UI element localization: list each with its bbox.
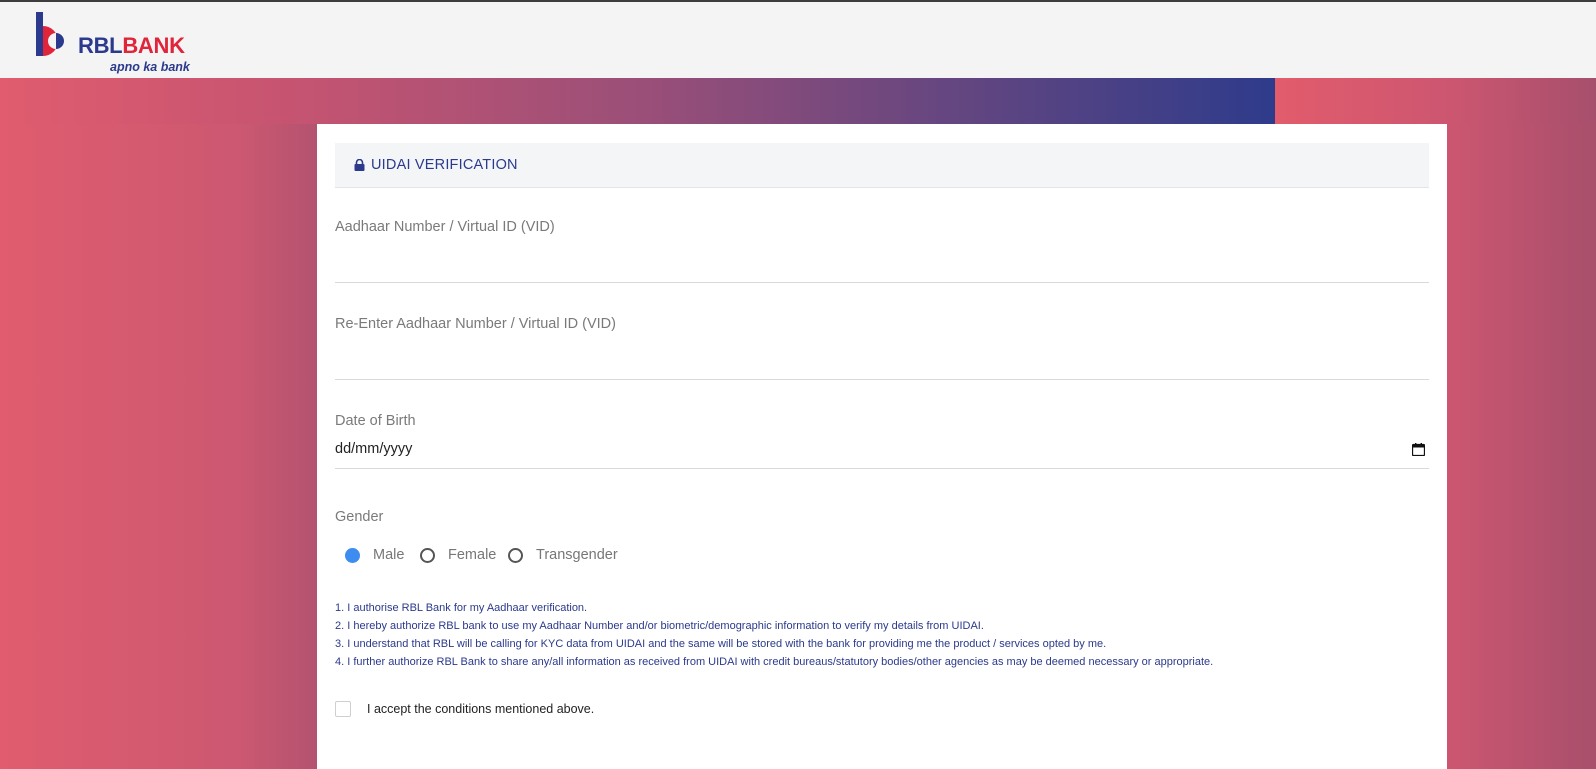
term-item: 4. I further authorize RBL Bank to share… xyxy=(335,656,1214,668)
term-item: 1. I authorise RBL Bank for my Aadhaar v… xyxy=(335,602,588,614)
reenter-aadhaar-field: Re-Enter Aadhaar Number / Virtual ID (VI… xyxy=(335,316,1429,380)
reenter-aadhaar-input[interactable] xyxy=(335,352,1429,380)
card-title: UIDAI VERIFICATION xyxy=(371,157,518,173)
rbl-logo-mark-icon xyxy=(36,12,64,56)
gender-option-label: Male xyxy=(373,547,405,563)
gender-option-label: Female xyxy=(448,547,497,563)
calendar-icon[interactable] xyxy=(1412,443,1425,456)
term-item: 3. I understand that RBL will be calling… xyxy=(335,638,1107,650)
lock-icon xyxy=(354,159,365,171)
card-header: UIDAI VERIFICATION xyxy=(335,143,1429,188)
gender-field: Gender xyxy=(335,509,1429,525)
wordmark-bank: BANK xyxy=(122,33,185,58)
dob-input[interactable]: dd/mm/yyyy xyxy=(335,441,412,457)
rbl-bank-logo[interactable]: RBLBANK apno ka bank xyxy=(36,12,196,76)
accept-checkbox[interactable] xyxy=(335,701,351,717)
bank-tagline: apno ka bank xyxy=(110,60,190,74)
gender-transgender-radio[interactable]: Transgender xyxy=(508,546,628,566)
gender-female-radio[interactable]: Female xyxy=(420,546,505,566)
radio-checked-icon[interactable] xyxy=(345,548,360,563)
bank-wordmark: RBLBANK xyxy=(78,33,185,59)
gender-male-radio[interactable]: Male xyxy=(345,546,415,566)
uidai-verification-card: UIDAI VERIFICATION Aadhaar Number / Virt… xyxy=(317,124,1447,769)
radio-unchecked-icon[interactable] xyxy=(508,548,523,563)
gender-option-label: Transgender xyxy=(536,547,618,563)
dob-label: Date of Birth xyxy=(335,413,416,429)
aadhaar-label: Aadhaar Number / Virtual ID (VID) xyxy=(335,219,555,235)
gender-label: Gender xyxy=(335,509,384,525)
aadhaar-field: Aadhaar Number / Virtual ID (VID) xyxy=(335,219,1429,283)
radio-unchecked-icon[interactable] xyxy=(420,548,435,563)
reenter-aadhaar-label: Re-Enter Aadhaar Number / Virtual ID (VI… xyxy=(335,316,616,332)
wordmark-rbl: RBL xyxy=(78,33,123,58)
accept-label: I accept the conditions mentioned above. xyxy=(367,702,595,716)
term-item: 2. I hereby authorize RBL bank to use my… xyxy=(335,620,984,632)
aadhaar-input[interactable] xyxy=(335,255,1429,283)
dob-field[interactable]: Date of Birth dd/mm/yyyy xyxy=(335,413,1429,469)
terms-list: 1. I authorise RBL Bank for my Aadhaar v… xyxy=(335,599,1429,671)
site-header: RBLBANK apno ka bank xyxy=(0,2,1596,78)
